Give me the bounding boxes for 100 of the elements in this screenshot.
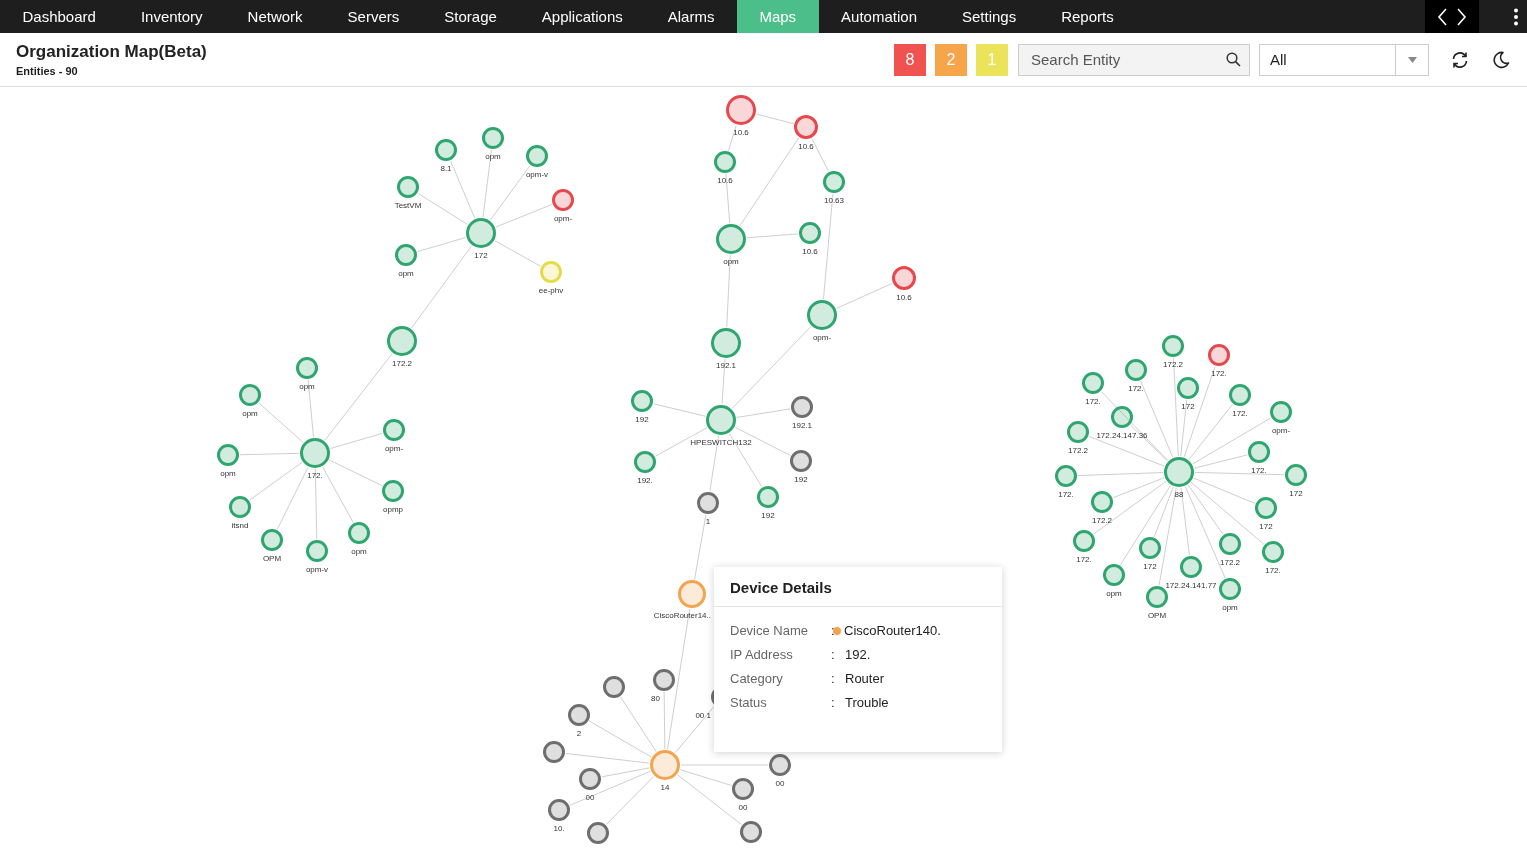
network-node[interactable]	[807, 300, 837, 330]
network-node[interactable]	[799, 222, 821, 244]
network-node[interactable]	[1055, 465, 1077, 487]
network-node[interactable]	[587, 822, 609, 844]
nav-tab[interactable]: Applications	[519, 0, 646, 33]
filter-dropdown[interactable]: All	[1259, 43, 1429, 76]
network-node[interactable]	[740, 821, 762, 843]
network-node[interactable]	[603, 676, 625, 698]
network-node[interactable]	[382, 480, 404, 502]
nav-tab[interactable]: Storage	[421, 0, 520, 33]
network-node[interactable]	[714, 151, 736, 173]
network-node[interactable]	[678, 580, 706, 608]
network-node[interactable]	[348, 522, 370, 544]
network-node[interactable]	[769, 754, 791, 776]
network-node[interactable]	[732, 778, 754, 800]
nav-tab[interactable]: Reports	[1038, 0, 1137, 33]
node-label: 00 1	[695, 711, 711, 720]
network-node[interactable]	[757, 486, 779, 508]
network-node[interactable]	[1180, 556, 1202, 578]
network-node[interactable]	[1082, 372, 1104, 394]
network-node[interactable]	[435, 139, 457, 161]
nav-tab[interactable]: Inventory	[118, 0, 226, 33]
network-node[interactable]	[791, 396, 813, 418]
node-label: 172.2	[392, 359, 412, 368]
nav-tab[interactable]: Dashboard	[0, 0, 119, 33]
network-node[interactable]	[1219, 578, 1241, 600]
node-label: 172.	[1211, 369, 1227, 378]
network-node[interactable]	[1248, 441, 1270, 463]
network-node[interactable]	[466, 218, 496, 248]
network-node[interactable]	[397, 176, 419, 198]
network-node[interactable]	[1111, 406, 1133, 428]
node-label: 172.	[1085, 397, 1101, 406]
node-label: opm-	[384, 444, 404, 453]
node-label: opm	[242, 409, 258, 418]
network-node[interactable]	[239, 384, 261, 406]
nav-tab[interactable]: Servers	[325, 0, 422, 33]
network-node[interactable]	[726, 95, 756, 125]
network-node[interactable]	[706, 405, 736, 435]
network-node[interactable]	[790, 450, 812, 472]
chevron-right-icon[interactable]	[1456, 7, 1467, 26]
refresh-icon[interactable]	[1450, 49, 1470, 70]
network-node[interactable]	[229, 496, 251, 518]
network-node[interactable]	[568, 704, 590, 726]
nav-tab[interactable]: Alarms	[645, 0, 737, 33]
network-node[interactable]	[1219, 533, 1241, 555]
network-node[interactable]	[1067, 421, 1089, 443]
network-node[interactable]	[634, 451, 656, 473]
network-node[interactable]	[482, 127, 504, 149]
network-node[interactable]	[296, 357, 318, 379]
network-node[interactable]	[383, 419, 405, 441]
search-field[interactable]: Search Entity	[1018, 43, 1250, 76]
network-node[interactable]	[1262, 541, 1284, 563]
network-node[interactable]	[1073, 530, 1095, 552]
network-node[interactable]	[1146, 586, 1168, 608]
network-node[interactable]	[1162, 335, 1184, 357]
network-node[interactable]	[306, 540, 328, 562]
network-node[interactable]	[217, 444, 239, 466]
network-node[interactable]	[1091, 491, 1113, 513]
node-label: 10.6	[733, 128, 749, 137]
network-node[interactable]	[697, 492, 719, 514]
network-node[interactable]	[526, 145, 548, 167]
network-node[interactable]	[1255, 497, 1277, 519]
network-node[interactable]	[631, 390, 653, 412]
nav-tab[interactable]: Automation	[818, 0, 940, 33]
network-node[interactable]	[1270, 401, 1292, 423]
network-node[interactable]	[552, 189, 574, 211]
network-node[interactable]	[650, 750, 680, 780]
network-node[interactable]	[300, 438, 330, 468]
network-node[interactable]	[823, 171, 845, 193]
network-node[interactable]	[1208, 344, 1230, 366]
network-node[interactable]	[387, 326, 417, 356]
moon-icon[interactable]	[1491, 49, 1511, 70]
network-node[interactable]	[1164, 457, 1194, 487]
detail-label: Category	[730, 671, 784, 686]
more-options-icon[interactable]	[1513, 7, 1519, 26]
network-node[interactable]	[794, 115, 818, 139]
nav-tab[interactable]: Network	[225, 0, 326, 33]
node-label: OPM	[262, 554, 282, 563]
network-node[interactable]	[653, 669, 675, 691]
chevron-left-icon[interactable]	[1437, 7, 1448, 26]
network-node[interactable]	[579, 768, 601, 790]
network-node[interactable]	[395, 244, 417, 266]
network-node[interactable]	[716, 224, 746, 254]
network-node[interactable]	[1139, 537, 1161, 559]
network-node[interactable]	[543, 741, 565, 763]
network-node[interactable]	[1103, 564, 1125, 586]
network-node[interactable]	[1177, 377, 1199, 399]
search-icon[interactable]	[1226, 51, 1241, 67]
network-node[interactable]	[548, 799, 570, 821]
node-label: 2	[576, 729, 582, 738]
network-node[interactable]	[1229, 384, 1251, 406]
network-node[interactable]	[892, 266, 916, 290]
network-node[interactable]	[711, 328, 741, 358]
network-node[interactable]	[1285, 464, 1307, 486]
network-node[interactable]	[1125, 359, 1147, 381]
node-label: 88	[1174, 490, 1184, 499]
nav-tab[interactable]: Settings	[939, 0, 1039, 33]
network-node[interactable]	[261, 529, 283, 551]
node-label: 172.	[1058, 490, 1074, 499]
node-label: opm-v	[525, 170, 549, 179]
